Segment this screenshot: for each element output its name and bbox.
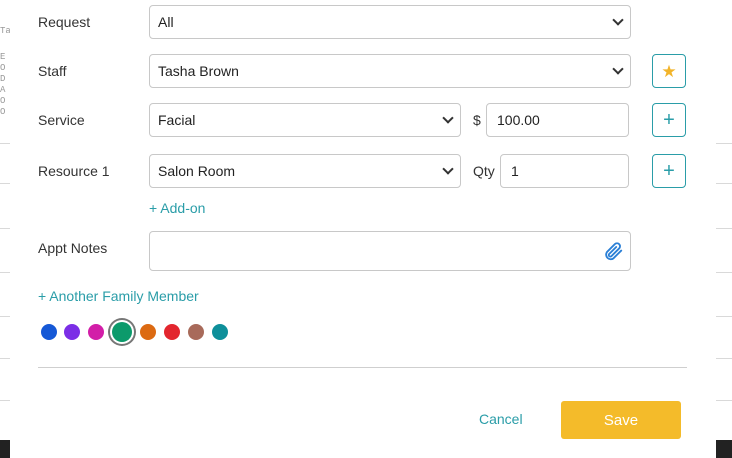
background-divider — [0, 183, 10, 184]
color-swatch-teal[interactable] — [212, 324, 228, 340]
paperclip-icon[interactable] — [602, 240, 624, 262]
add-service-button[interactable]: + — [652, 103, 686, 137]
background-divider — [0, 272, 10, 273]
price-currency-label: $ — [473, 112, 481, 128]
appointment-modal: Request All Staff Tasha Brown ★ Service … — [10, 0, 716, 458]
background-divider — [0, 316, 10, 317]
background-page-right — [716, 0, 732, 458]
background-divider — [0, 143, 10, 144]
price-input[interactable]: 100.00 — [486, 103, 629, 137]
staff-select[interactable]: Tasha Brown — [149, 54, 631, 88]
service-select-value: Facial — [158, 112, 196, 128]
background-divider — [0, 400, 10, 401]
resource-select[interactable]: Salon Room — [149, 154, 461, 188]
background-divider — [716, 183, 732, 184]
add-resource-button[interactable]: + — [652, 154, 686, 188]
chevron-down-icon — [442, 112, 454, 124]
service-select[interactable]: Facial — [149, 103, 461, 137]
chevron-down-icon — [612, 63, 624, 75]
background-divider — [716, 400, 732, 401]
background-text: E — [0, 52, 6, 62]
star-icon: ★ — [661, 61, 677, 81]
chevron-down-icon — [612, 14, 624, 26]
color-swatch-magenta[interactable] — [88, 324, 104, 340]
background-text: A — [0, 85, 6, 95]
background-text: D — [0, 74, 6, 84]
background-text: O — [0, 107, 6, 117]
another-family-member-link[interactable]: + Another Family Member — [38, 288, 199, 304]
chevron-down-icon — [442, 163, 454, 175]
background-page-left: Ta E O D A O O — [0, 0, 11, 458]
add-on-link[interactable]: + Add-on — [149, 200, 205, 216]
background-divider — [0, 228, 10, 229]
save-button-label: Save — [603, 411, 639, 429]
background-divider — [716, 143, 732, 144]
form-divider — [38, 367, 687, 368]
background-text: O — [0, 63, 6, 73]
request-select-value: All — [158, 14, 174, 30]
appt-notes-input[interactable] — [149, 231, 631, 271]
qty-label: Qty — [473, 163, 495, 179]
appt-notes-label: Appt Notes — [38, 240, 108, 256]
color-swatch-orange[interactable] — [140, 324, 156, 340]
request-select[interactable]: All — [149, 5, 631, 39]
cancel-button[interactable]: Cancel — [479, 411, 523, 427]
background-divider — [0, 358, 10, 359]
request-label: Request — [38, 14, 91, 30]
staff-select-value: Tasha Brown — [158, 63, 239, 79]
color-swatch-brown[interactable] — [188, 324, 204, 340]
color-swatch-red[interactable] — [164, 324, 180, 340]
qty-input[interactable]: 1 — [500, 154, 629, 188]
background-divider — [716, 358, 732, 359]
save-button[interactable]: Save — [561, 401, 681, 439]
color-swatch-green-selected[interactable] — [112, 322, 132, 342]
background-text: O — [0, 96, 6, 106]
background-divider — [716, 316, 732, 317]
background-divider — [716, 228, 732, 229]
favorite-staff-button[interactable]: ★ — [652, 54, 686, 88]
staff-label: Staff — [38, 63, 67, 79]
service-label: Service — [38, 112, 85, 128]
color-swatch-purple[interactable] — [64, 324, 80, 340]
background-divider — [716, 272, 732, 273]
qty-input-value: 1 — [511, 163, 519, 179]
price-input-value: 100.00 — [497, 112, 540, 128]
plus-icon: + — [663, 109, 675, 131]
color-swatch-blue[interactable] — [41, 324, 57, 340]
resource-select-value: Salon Room — [158, 163, 236, 179]
resource-label: Resource 1 — [38, 163, 110, 179]
plus-icon: + — [663, 160, 675, 182]
